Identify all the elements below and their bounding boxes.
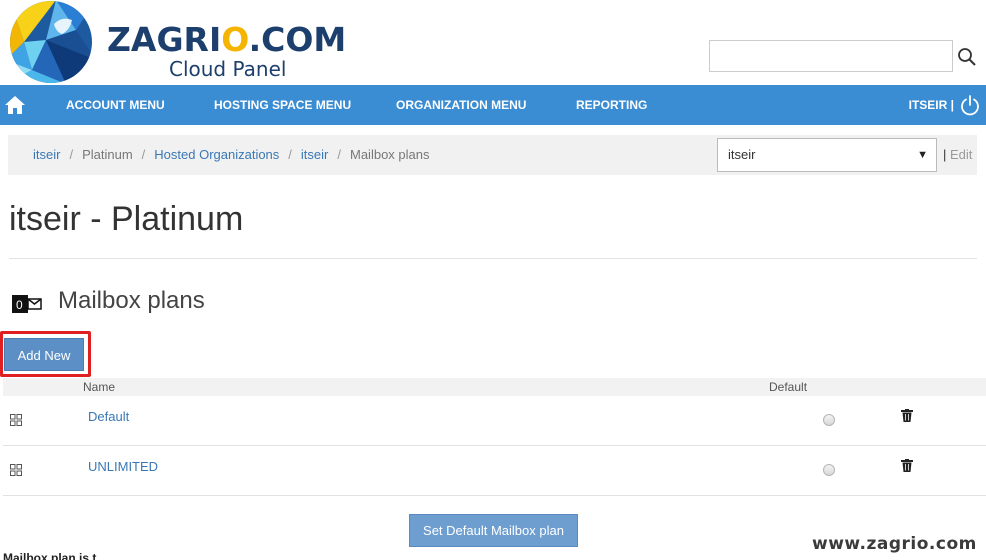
brand-accent-letter: O: [221, 20, 249, 59]
table-row: Default: [3, 396, 986, 446]
watermark: www.zagrio.com: [812, 534, 977, 554]
edit-link[interactable]: Edit: [950, 147, 972, 162]
drag-handle-icon[interactable]: [10, 414, 22, 426]
section-title: Mailbox plans: [58, 287, 205, 314]
nav-hosting-space-menu[interactable]: HOSTING SPACE MENU: [214, 85, 351, 125]
breadcrumb-itseir[interactable]: itseir: [33, 147, 60, 162]
default-radio[interactable]: [823, 414, 835, 426]
search-icon[interactable]: [956, 46, 978, 68]
zagrio-logo: [10, 1, 92, 83]
breadcrumb-bar: itseir / Platinum / Hosted Organizations / its…: [8, 135, 977, 175]
title-divider: [9, 258, 977, 259]
breadcrumb-separator: /: [288, 147, 292, 162]
svg-text:0: 0: [16, 298, 23, 312]
edit-separator: |: [943, 147, 947, 162]
column-header-name: Name: [83, 380, 116, 394]
nav-reporting[interactable]: REPORTING: [576, 85, 647, 125]
home-icon[interactable]: [4, 94, 26, 116]
brand-name: ZAGRIO.COM: [107, 20, 347, 59]
organization-select[interactable]: itseir ▼: [717, 138, 937, 172]
trash-icon[interactable]: [901, 459, 913, 472]
trash-icon[interactable]: [901, 409, 913, 422]
column-header-default: Default: [769, 380, 808, 394]
breadcrumb-itseir-org[interactable]: itseir: [301, 147, 328, 162]
plan-name-link[interactable]: Default: [88, 409, 129, 424]
breadcrumb-separator: /: [337, 147, 341, 162]
search-input[interactable]: [709, 40, 953, 72]
add-new-button[interactable]: Add New: [4, 338, 84, 371]
breadcrumb-hosted-organizations[interactable]: Hosted Organizations: [154, 147, 279, 162]
organization-select-value: itseir: [728, 147, 756, 162]
breadcrumb: itseir / Platinum / Hosted Organizations / its…: [33, 135, 430, 175]
breadcrumb-separator: /: [141, 147, 146, 162]
nav-account-menu[interactable]: ACCOUNT MENU: [66, 85, 165, 125]
page-title: itseir - Platinum: [9, 200, 244, 238]
cutoff-note-text: Mailbox plan is t...: [3, 551, 107, 560]
plan-name-link[interactable]: UNLIMITED: [88, 459, 158, 474]
nav-organization-menu[interactable]: ORGANIZATION MENU: [396, 85, 526, 125]
drag-handle-icon[interactable]: [10, 464, 22, 476]
set-default-mailbox-plan-button[interactable]: Set Default Mailbox plan: [409, 514, 578, 547]
power-icon[interactable]: [959, 94, 981, 116]
outlook-mail-icon: 0: [12, 295, 42, 313]
brand: ZAGRIO.COM Cloud Panel: [107, 20, 347, 81]
main-navbar: ACCOUNT MENU HOSTING SPACE MENU ORGANIZA…: [0, 85, 986, 125]
nav-user-label[interactable]: ITSEIR |: [909, 85, 954, 125]
table-header: Name Default: [3, 378, 986, 396]
breadcrumb-separator: /: [69, 147, 74, 162]
breadcrumb-mailbox-plans: Mailbox plans: [350, 147, 430, 162]
edit-link-wrap: | Edit: [943, 135, 972, 175]
default-radio[interactable]: [823, 464, 835, 476]
dropdown-arrow-icon: ▼: [917, 149, 928, 161]
breadcrumb-platinum: Platinum: [82, 147, 133, 162]
table-row: UNLIMITED: [3, 446, 986, 496]
brand-subtitle: Cloud Panel: [169, 57, 287, 81]
